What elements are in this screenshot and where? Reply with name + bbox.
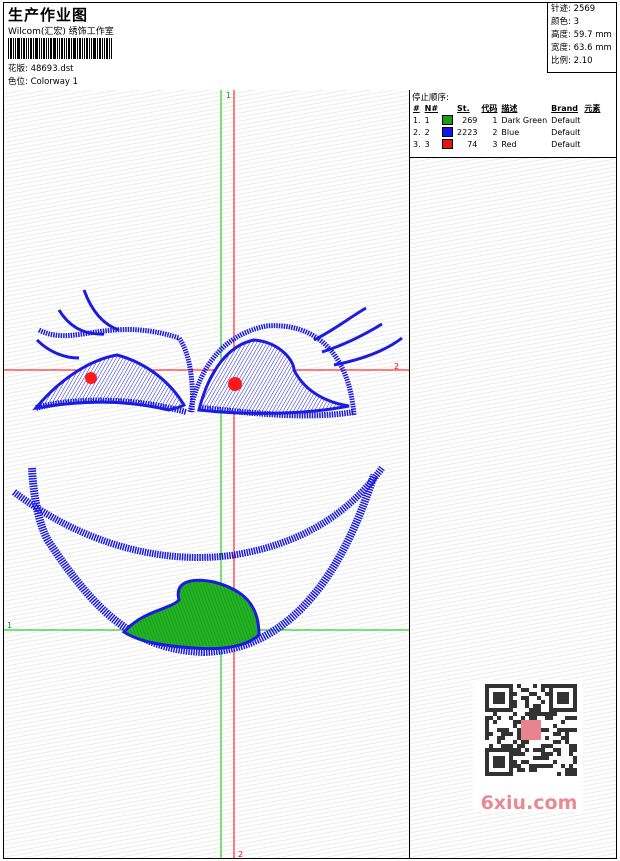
design-file-value: 48693.dst	[30, 64, 74, 74]
design-file-line: 花版: 48693.dst	[8, 62, 73, 74]
axis-label-green-left: 1	[7, 621, 12, 630]
col-code: 代码	[481, 103, 498, 113]
sequence-table: # N# St. 代码 描述 Brand 元素 1. 1 269 1 Dark …	[411, 102, 602, 150]
stat-colors: 颜色: 3	[551, 17, 579, 27]
col-num: #	[413, 103, 420, 113]
qr-code-image	[485, 684, 577, 776]
axis-label-red-bottom: 2	[238, 850, 243, 858]
left-eye	[32, 289, 195, 415]
watermark-logo: 6xiu.com	[480, 792, 578, 814]
right-pupil	[228, 377, 242, 391]
design-canvas: 1 2 1 2	[4, 90, 410, 858]
col-element: 元素	[584, 103, 601, 113]
table-row: 2. 2 2223 2 Blue Default	[413, 127, 581, 137]
design-file-label: 花版:	[8, 64, 28, 74]
company-name: Wilcom(汇宏) 绣饰工作室	[8, 27, 114, 37]
color-swatch	[442, 127, 454, 137]
col-stitches: St.	[457, 103, 470, 113]
colorway-label: 色位:	[8, 77, 28, 87]
page-title: 生产作业图	[8, 6, 89, 24]
axis-label-green-top: 1	[226, 91, 231, 100]
mouth	[11, 465, 385, 657]
stat-stitches: 针迹: 2569	[551, 4, 596, 14]
left-pupil	[85, 372, 97, 384]
header: 生产作业图 Wilcom(汇宏) 绣饰工作室 花版: 48693.dst 色位:…	[4, 3, 617, 91]
right-eye	[187, 306, 403, 419]
colorway-line: 色位: Colorway 1	[8, 75, 78, 87]
axis-label-red-right: 2	[394, 362, 399, 371]
page-frame: 生产作业图 Wilcom(汇宏) 绣饰工作室 花版: 48693.dst 色位:…	[3, 2, 617, 859]
stat-height: 高度: 59.7 mm	[551, 30, 612, 40]
stats-box: 针迹: 2569 颜色: 3 高度: 59.7 mm 宽度: 63.6 mm 比…	[547, 3, 617, 73]
col-description: 描述	[501, 103, 518, 113]
stop-sequence-table: 停止顺序: # N# St. 代码 描述 Brand 元素 1. 1 269 1…	[410, 90, 616, 158]
color-swatch	[442, 139, 454, 149]
color-swatch	[442, 115, 454, 125]
col-brand: Brand	[551, 103, 579, 113]
table-header: # N# St. 代码 描述 Brand 元素	[411, 102, 602, 114]
embroidery-drawing: 1 2 1 2	[4, 90, 409, 858]
stat-width: 宽度: 63.6 mm	[551, 43, 612, 53]
colorway-value: Colorway 1	[30, 77, 79, 87]
barcode	[8, 38, 122, 59]
col-swatch	[440, 102, 455, 114]
stat-scale: 比例: 2.10	[551, 56, 593, 66]
table-row: 3. 3 74 3 Red Default	[413, 139, 581, 149]
col-n: N#	[424, 103, 439, 113]
side-panel: 停止顺序: # N# St. 代码 描述 Brand 元素 1. 1 269 1…	[410, 90, 616, 858]
table-row: 1. 1 269 1 Dark Green Default	[413, 115, 581, 125]
